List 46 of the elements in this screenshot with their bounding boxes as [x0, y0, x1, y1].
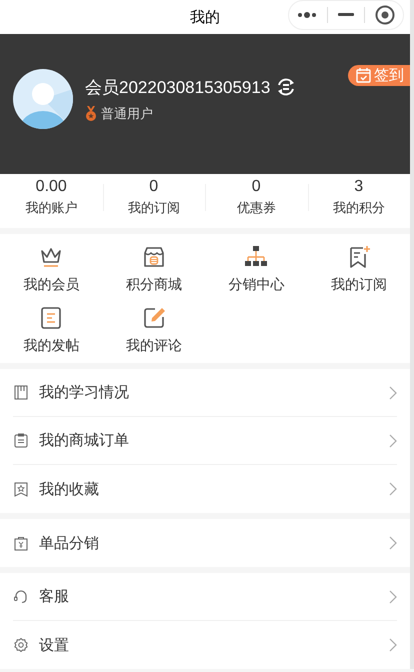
stat-value: 0 — [252, 178, 261, 196]
member-name: 会员2022030815305913 — [85, 76, 270, 98]
stat-label[interactable]: 我的积分 — [332, 198, 385, 216]
headset-icon — [13, 588, 29, 605]
menu-item[interactable]: 我的商城订单 — [13, 417, 397, 465]
target-icon — [375, 5, 395, 25]
crown-icon — [39, 245, 64, 269]
switch-button[interactable] — [276, 77, 296, 97]
more-icon — [297, 11, 317, 19]
stat-label[interactable]: 我的账户 — [25, 198, 78, 216]
stat-value: 0.00 — [36, 178, 67, 196]
feature-item[interactable]: 我的评论 — [102, 306, 205, 355]
stat-label[interactable]: 优惠券 — [236, 198, 276, 216]
feature-item[interactable]: 积分商城 — [102, 245, 205, 294]
chevron-right-icon — [389, 590, 397, 604]
feature-item[interactable]: 我的订阅 — [308, 245, 410, 294]
document-icon — [39, 306, 64, 330]
menu-item[interactable]: 我的收藏 — [13, 465, 397, 513]
stat-value: 0 — [149, 178, 158, 196]
stat-label[interactable]: 我的订阅 — [128, 198, 180, 216]
page-title: 我的 — [190, 8, 220, 26]
shopping-bag-icon — [13, 534, 29, 552]
chevron-right-icon — [389, 386, 397, 400]
chevron-right-icon — [389, 482, 397, 496]
menu-item[interactable]: 设置 — [13, 621, 397, 669]
calendar-icon — [356, 68, 371, 83]
feature-item[interactable]: 分销中心 — [205, 245, 308, 294]
star-badge-icon — [13, 480, 29, 498]
medal-icon — [85, 106, 97, 121]
chevron-right-icon — [389, 638, 397, 652]
feature-item[interactable]: 我的发帖 — [0, 306, 102, 355]
shop-icon — [142, 245, 166, 269]
minimize-icon — [338, 13, 354, 17]
member-level: 普通用户 — [101, 104, 153, 122]
chevron-right-icon — [389, 434, 397, 448]
menu-item[interactable]: 客服 — [13, 573, 397, 621]
hierarchy-icon — [244, 245, 268, 269]
stat-value: 3 — [354, 178, 364, 196]
clipboard-icon — [13, 432, 29, 449]
notebook-icon — [13, 384, 29, 401]
chevron-right-icon — [389, 536, 397, 550]
feature-item[interactable]: 我的会员 — [0, 245, 102, 294]
refresh-icon — [276, 77, 296, 97]
settings-icon — [13, 636, 29, 654]
menu-item[interactable]: 我的学习情况 — [13, 369, 397, 417]
edit-icon — [142, 306, 166, 330]
